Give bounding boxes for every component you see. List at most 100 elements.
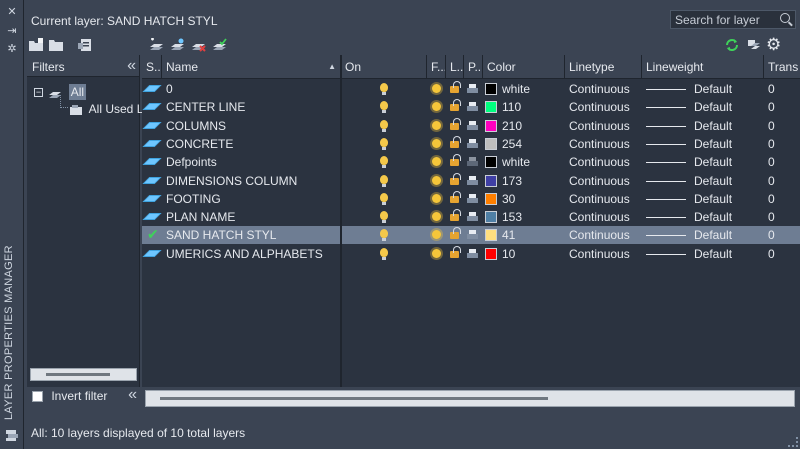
layer-row[interactable]: ✔ SAND HATCH STYL 41 Continuous Default 0 bbox=[142, 226, 800, 245]
panel-title-bar[interactable]: ✕ ⇥ ✲ LAYER PROPERTIES MANAGER bbox=[0, 0, 24, 449]
tree-collapse-toggle[interactable]: − bbox=[34, 88, 43, 98]
layer-name[interactable]: COLUMNS bbox=[166, 117, 340, 135]
column-name[interactable]: Name ▲ bbox=[162, 55, 341, 79]
new-property-filter-button[interactable] bbox=[28, 36, 46, 54]
layer-linetype[interactable]: Continuous bbox=[569, 208, 641, 226]
auto-hide-icon[interactable]: ⇥ bbox=[6, 25, 18, 37]
layer-lineweight[interactable]: Default bbox=[694, 80, 762, 98]
plot-printer-icon[interactable] bbox=[467, 102, 478, 112]
layer-transparency[interactable]: 0 bbox=[768, 117, 798, 135]
search-input[interactable]: Search for layer bbox=[670, 10, 796, 29]
layer-name[interactable]: DIMENSIONS COLUMN bbox=[166, 172, 340, 190]
column-freeze[interactable]: F... bbox=[427, 55, 446, 79]
new-layer-vp-frozen-button[interactable] bbox=[169, 36, 187, 54]
tree-item-all-used-layers[interactable]: All Used La bbox=[69, 102, 150, 116]
layer-row[interactable]: CONCRETE 254 Continuous Default 0 bbox=[142, 135, 800, 153]
layer-states-manager-button[interactable] bbox=[78, 36, 96, 54]
plot-printer-icon[interactable] bbox=[467, 230, 478, 240]
layer-name[interactable]: CONCRETE bbox=[166, 135, 340, 153]
layer-name[interactable]: 0 bbox=[166, 80, 340, 98]
layer-linetype[interactable]: Continuous bbox=[569, 172, 641, 190]
invert-filter-checkbox[interactable] bbox=[32, 391, 43, 402]
color-swatch[interactable] bbox=[485, 156, 497, 169]
plot-printer-icon[interactable] bbox=[467, 175, 478, 186]
layer-transparency[interactable]: 0 bbox=[768, 208, 798, 226]
color-swatch[interactable] bbox=[485, 174, 497, 187]
set-current-button[interactable] bbox=[211, 36, 229, 54]
column-on[interactable]: On bbox=[341, 55, 427, 79]
unlock-icon[interactable] bbox=[450, 245, 461, 258]
scrollbar-thumb[interactable] bbox=[160, 397, 548, 400]
on-bulb-icon[interactable] bbox=[380, 156, 388, 169]
column-color[interactable]: Color bbox=[483, 55, 565, 79]
layer-lineweight[interactable]: Default bbox=[694, 226, 762, 244]
layer-row[interactable]: 0 white Continuous Default 0 bbox=[142, 80, 800, 98]
plot-printer-icon[interactable] bbox=[467, 248, 478, 259]
freeze-sun-icon[interactable] bbox=[432, 120, 441, 130]
layer-linetype[interactable]: Continuous bbox=[569, 135, 641, 153]
layer-transparency[interactable]: 0 bbox=[768, 226, 798, 244]
layer-transparency[interactable]: 0 bbox=[768, 80, 798, 98]
color-swatch[interactable] bbox=[485, 192, 497, 205]
layer-color[interactable]: 10 bbox=[502, 245, 562, 263]
layer-linetype[interactable]: Continuous bbox=[569, 80, 641, 98]
delete-layer-button[interactable] bbox=[190, 36, 208, 54]
on-bulb-icon[interactable] bbox=[380, 211, 388, 224]
refresh-button[interactable] bbox=[724, 36, 742, 54]
properties-gear-icon[interactable]: ✲ bbox=[6, 43, 18, 55]
unlock-icon[interactable] bbox=[450, 154, 461, 167]
column-status[interactable]: S... bbox=[142, 55, 162, 79]
color-swatch[interactable] bbox=[485, 83, 497, 95]
freeze-sun-icon[interactable] bbox=[432, 175, 441, 185]
freeze-sun-icon[interactable] bbox=[432, 84, 441, 93]
layer-color[interactable]: white bbox=[502, 80, 562, 98]
layer-row[interactable]: DIMENSIONS COLUMN 173 Continuous Default 0 bbox=[142, 172, 800, 190]
on-bulb-icon[interactable] bbox=[380, 101, 388, 114]
plot-printer-icon[interactable] bbox=[467, 212, 478, 222]
layer-color[interactable]: 210 bbox=[502, 117, 562, 135]
column-plot[interactable]: P... bbox=[464, 55, 483, 79]
layer-transparency[interactable]: 0 bbox=[768, 190, 798, 208]
plot-printer-icon[interactable] bbox=[467, 120, 478, 131]
unlock-icon[interactable] bbox=[450, 172, 461, 185]
freeze-sun-icon[interactable] bbox=[432, 157, 441, 167]
filters-horizontal-scrollbar[interactable] bbox=[30, 368, 137, 381]
layer-lineweight[interactable]: Default bbox=[694, 208, 762, 226]
column-linetype[interactable]: Linetype bbox=[565, 55, 642, 79]
layer-transparency[interactable]: 0 bbox=[768, 153, 798, 171]
plot-printer-icon[interactable] bbox=[467, 157, 478, 167]
plot-printer-icon[interactable] bbox=[467, 138, 478, 149]
layer-transparency[interactable]: 0 bbox=[768, 245, 798, 263]
freeze-sun-icon[interactable] bbox=[432, 248, 441, 258]
freeze-sun-icon[interactable] bbox=[432, 230, 441, 240]
layer-lineweight[interactable]: Default bbox=[694, 153, 762, 171]
layer-translator-button[interactable] bbox=[745, 36, 763, 54]
layer-transparency[interactable]: 0 bbox=[768, 98, 798, 116]
layer-transparency[interactable]: 0 bbox=[768, 135, 798, 153]
layer-lineweight[interactable]: Default bbox=[694, 245, 762, 263]
on-bulb-icon[interactable] bbox=[380, 229, 388, 242]
collapse-filters-icon[interactable]: « bbox=[127, 57, 136, 75]
on-bulb-icon[interactable] bbox=[380, 174, 388, 187]
unlock-icon[interactable] bbox=[450, 227, 461, 240]
layer-linetype[interactable]: Continuous bbox=[569, 245, 641, 263]
on-bulb-icon[interactable] bbox=[380, 83, 388, 95]
freeze-sun-icon[interactable] bbox=[432, 212, 441, 222]
unlock-icon[interactable] bbox=[450, 99, 461, 112]
layer-linetype[interactable]: Continuous bbox=[569, 117, 641, 135]
layer-row[interactable]: UMERICS AND ALPHABETS 10 Continuous Default… bbox=[142, 245, 800, 263]
freeze-sun-icon[interactable] bbox=[432, 138, 441, 148]
color-swatch[interactable] bbox=[485, 137, 497, 150]
layer-row[interactable]: COLUMNS 210 Continuous Default 0 bbox=[142, 117, 800, 135]
on-bulb-icon[interactable] bbox=[380, 192, 388, 205]
color-swatch[interactable] bbox=[485, 101, 497, 114]
on-bulb-icon[interactable] bbox=[380, 247, 388, 260]
layer-lineweight[interactable]: Default bbox=[694, 190, 762, 208]
on-bulb-icon[interactable] bbox=[380, 119, 388, 132]
unlock-icon[interactable] bbox=[450, 117, 461, 130]
plot-printer-icon[interactable] bbox=[467, 193, 478, 204]
layer-linetype[interactable]: Continuous bbox=[569, 98, 641, 116]
layer-lineweight[interactable]: Default bbox=[694, 98, 762, 116]
unlock-icon[interactable] bbox=[450, 190, 461, 203]
layer-row[interactable]: CENTER LINE 110 Continuous Default 0 bbox=[142, 98, 800, 116]
